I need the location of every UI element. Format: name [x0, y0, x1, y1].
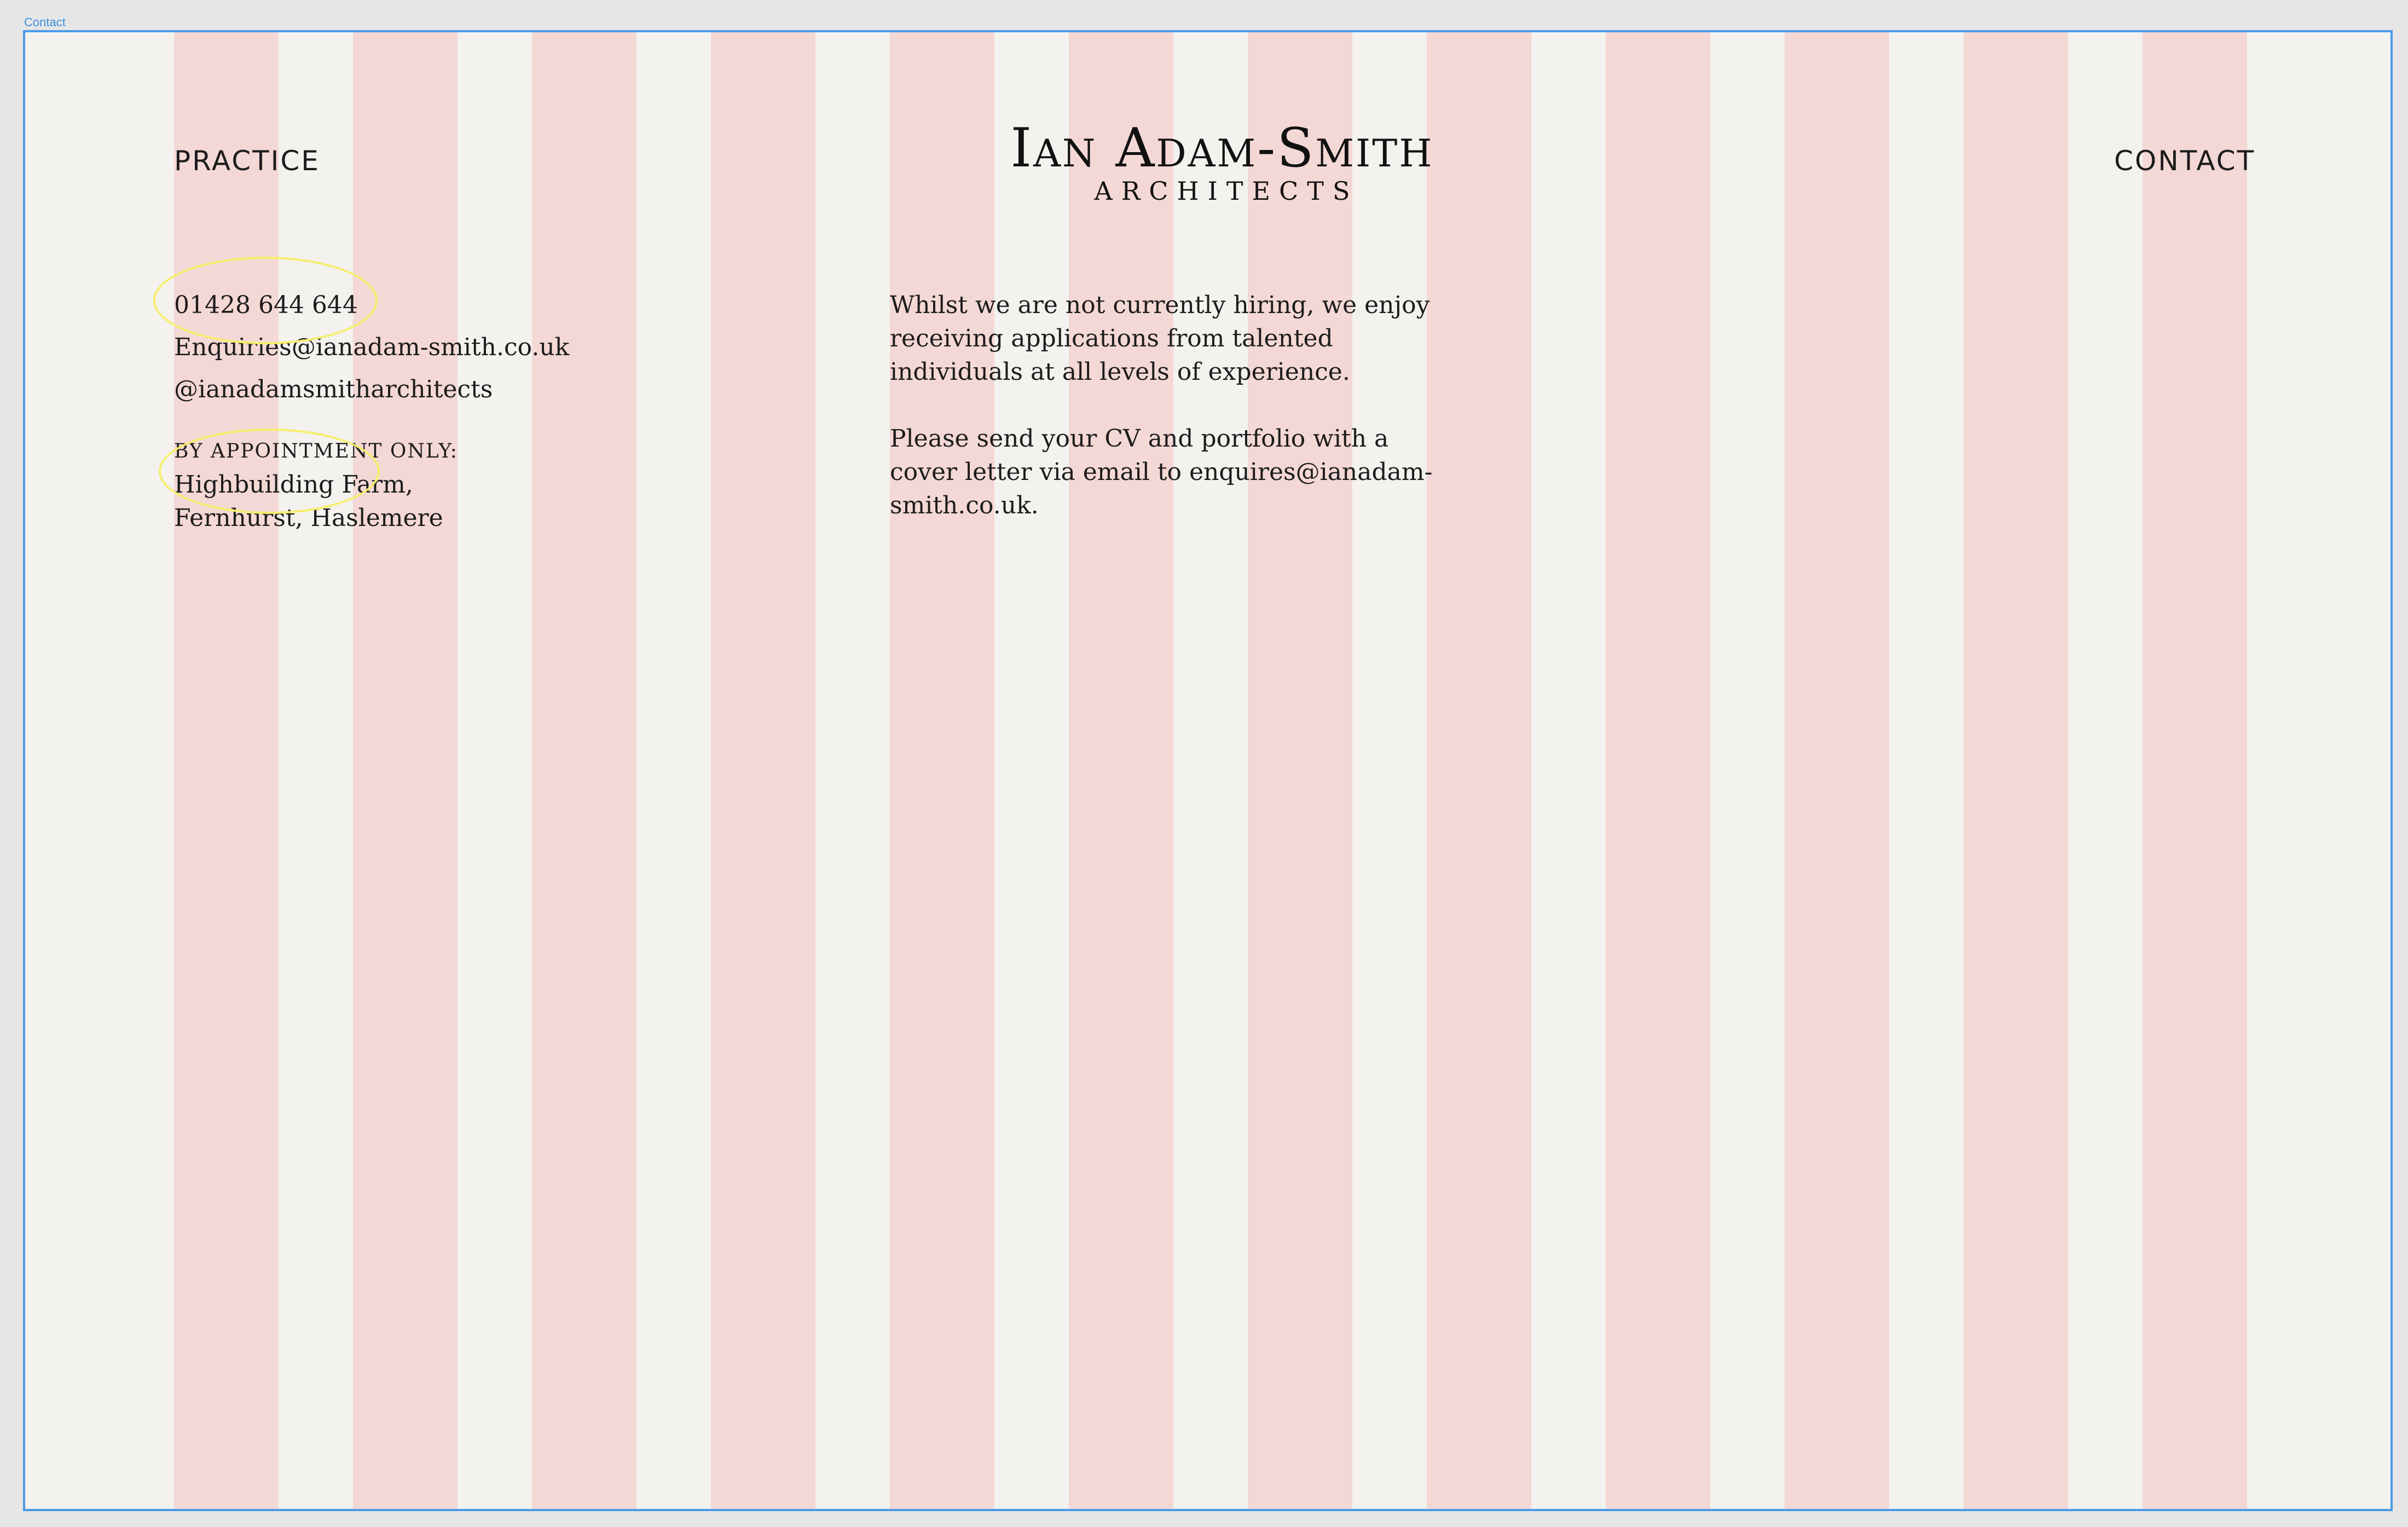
- logo-subtitle: ARCHITECTS: [1094, 176, 1359, 206]
- nav-practice-link[interactable]: PRACTICE: [174, 147, 320, 175]
- hiring-text: Whilst we are not currently hiring, we e…: [890, 288, 1437, 556]
- layout-grid-column: [711, 32, 815, 1509]
- frame-label[interactable]: Contact: [24, 15, 66, 30]
- address-line-1: Highbuilding Farm,: [174, 471, 413, 499]
- layout-grid-column: [174, 32, 279, 1509]
- layout-grid-column: [1785, 32, 1889, 1509]
- layout-grid-column: [532, 32, 636, 1509]
- layout-grid-column: [1964, 32, 2068, 1509]
- layout-grid-column: [1248, 32, 1352, 1509]
- social-handle-link[interactable]: @ianadamsmitharchitects: [174, 373, 569, 406]
- layout-grid-column: [890, 32, 994, 1509]
- layout-grid-column: [353, 32, 458, 1509]
- nav-contact-link[interactable]: CONTACT: [2114, 147, 2255, 175]
- layout-grid-column: [1606, 32, 1710, 1509]
- logo-name: Ian Adam-Smith: [1010, 117, 1434, 180]
- phone-number-link[interactable]: 01428 644 644: [174, 288, 569, 322]
- address-line-2: Fernhurst, Haslemere: [174, 504, 443, 532]
- layout-grid-column: [1427, 32, 1531, 1509]
- hiring-paragraph-1: Whilst we are not currently hiring, we e…: [890, 291, 1430, 386]
- layout-grid-column: [2143, 32, 2247, 1509]
- appointment-label: by appointment only:: [174, 440, 458, 462]
- site-logo[interactable]: Ian Adam-Smith ARCHITECTS: [981, 122, 1463, 204]
- layout-grid-column: [1069, 32, 1173, 1509]
- email-link[interactable]: Enquiries@ianadam-smith.co.uk: [174, 331, 569, 364]
- hiring-paragraph-2: Please send your CV and portfolio with a…: [890, 425, 1433, 519]
- artboard-contact[interactable]: PRACTICE Ian Adam-Smith ARCHITECTS CONTA…: [23, 30, 2393, 1511]
- contact-details: 01428 644 644 Enquiries@ianadam-smith.co…: [174, 288, 569, 535]
